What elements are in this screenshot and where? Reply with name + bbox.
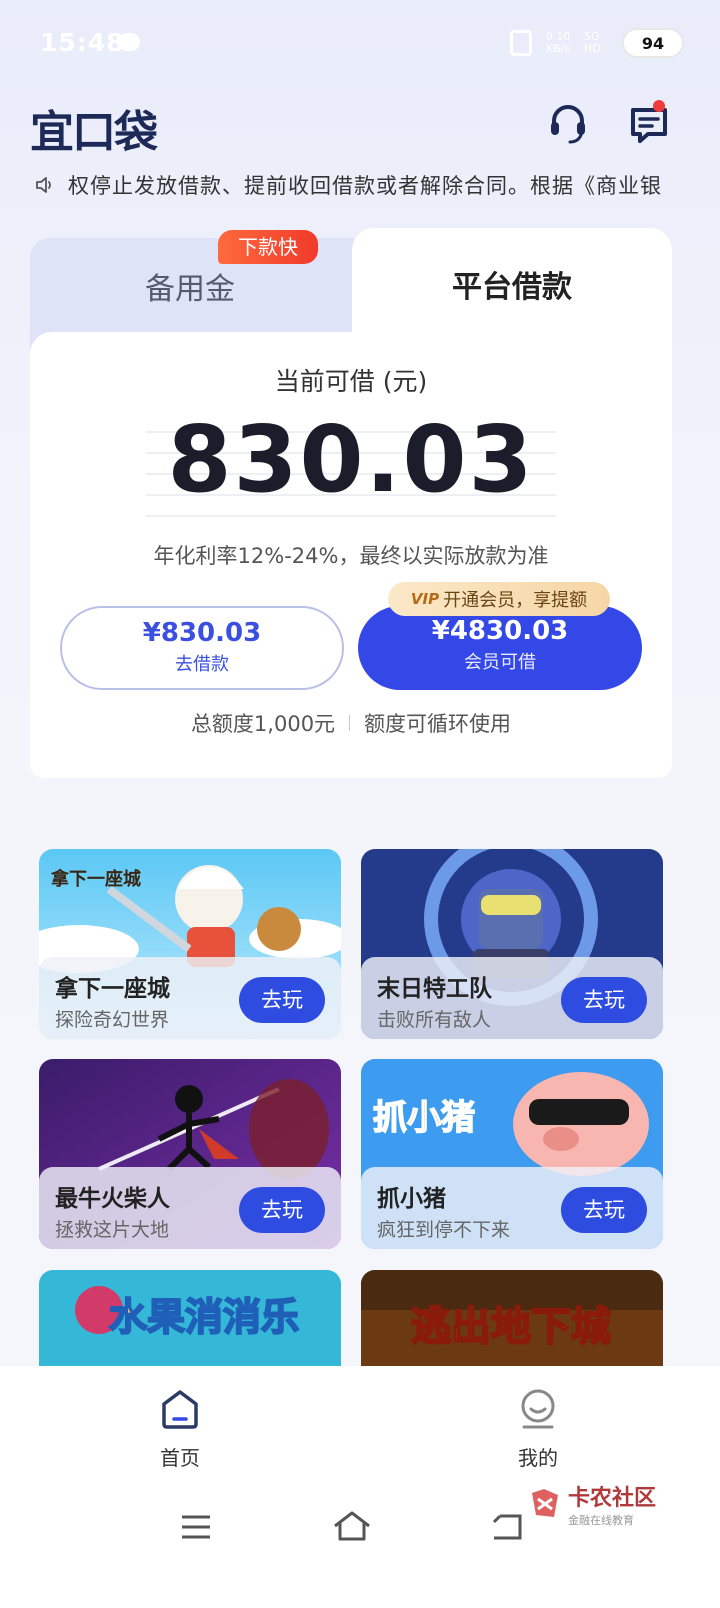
watermark: 卡农社区 金融在线教育	[528, 1480, 656, 1528]
game-subtitle: 击败所有敌人	[377, 1009, 492, 1031]
game-art-text: 逃出地下城	[411, 1304, 611, 1350]
menu-icon[interactable]	[180, 1514, 212, 1540]
back-icon[interactable]	[490, 1512, 524, 1542]
profile-icon	[521, 1389, 555, 1429]
nav-home-label: 首页	[160, 1446, 200, 1470]
game-info: 拿下一座城 探险奇幻世界 去玩	[39, 957, 341, 1039]
net-speed: 0.10 KB/s	[545, 30, 571, 55]
loan-card-body: 当前可借 (元) 830.03 年化利率12%-24%，最终以实际放款为准 ¥8…	[30, 332, 672, 778]
fast-badge: 下款快	[218, 230, 318, 264]
game-info: 抓小猪 疯狂到停不下来 去玩	[361, 1167, 663, 1249]
vip-badge[interactable]: VIP 开通会员，享提额	[388, 582, 610, 616]
bottom-nav: 首页 我的	[0, 1366, 720, 1484]
available-amount: 830.03	[167, 406, 535, 513]
watermark-logo-icon	[532, 1489, 558, 1517]
tab-platform-label[interactable]: 平台借款	[352, 262, 672, 306]
game-title: 抓小猪	[377, 1186, 446, 1212]
watermark-title: 卡农社区	[568, 1486, 657, 1511]
game-card[interactable]: 逃出地下城	[361, 1270, 663, 1366]
chat-notification-icon	[118, 33, 140, 51]
play-button[interactable]: 去玩	[239, 977, 325, 1023]
game-card[interactable]: 最牛火柴人 拯救这片大地 去玩	[39, 1059, 341, 1249]
app-logo: 宜口袋	[30, 107, 158, 158]
game-card[interactable]: 拿下一座城 拿下一座城 探险奇幻世界 去玩	[39, 849, 341, 1039]
game-art-text: 拿下一座城	[50, 868, 141, 890]
nav-home[interactable]: 首页	[140, 1388, 220, 1471]
status-time: 15:48	[40, 28, 125, 57]
loan-card: 备用金 下款快 当前可借 (元) 830.03 年化利率12%-24%，最终以实…	[30, 228, 672, 778]
game-info: 末日特工队 击败所有敌人 去玩	[361, 957, 663, 1039]
game-art-dungeon: 逃出地下城	[361, 1270, 663, 1366]
signal-label: 5G HD	[584, 30, 601, 55]
game-subtitle: 疯狂到停不下来	[377, 1219, 511, 1241]
game-card[interactable]: 抓小猪 抓小猪 疯狂到停不下来 去玩	[361, 1059, 663, 1249]
game-info: 最牛火柴人 拯救这片大地 去玩	[39, 1167, 341, 1249]
game-card[interactable]: 末日特工队 击败所有敌人 去玩	[361, 849, 663, 1039]
speaker-icon	[36, 177, 51, 193]
notice-bar[interactable]: 权停止发放借款、提前收回借款或者解除合同。根据《商业银	[34, 168, 694, 202]
rate-text: 年化利率12%-24%，最终以实际放款为准	[153, 544, 549, 568]
status-icons: 0.10 KB/s 5G HD 94	[510, 28, 684, 58]
game-subtitle: 拯救这片大地	[55, 1219, 170, 1241]
nav-me-label: 我的	[518, 1446, 558, 1470]
watermark-subtitle: 金融在线教育	[568, 1514, 634, 1527]
notice-text: 权停止发放借款、提前收回借款或者解除合同。根据《商业银	[68, 174, 662, 198]
play-button[interactable]: 去玩	[561, 977, 647, 1023]
borrow-button[interactable]: ¥830.03 去借款	[60, 606, 344, 690]
game-title: 末日特工队	[377, 976, 492, 1002]
member-label: 会员可借	[464, 652, 536, 673]
total-limit: 总额度1,000元	[190, 712, 336, 736]
cycle-text: 额度可循环使用	[364, 712, 512, 736]
game-art-text: 水果消消乐	[109, 1295, 299, 1339]
home-icon	[162, 1390, 198, 1429]
limit-row: 总额度1,000元 额度可循环使用	[30, 708, 672, 738]
game-title: 拿下一座城	[55, 976, 170, 1002]
play-button[interactable]: 去玩	[561, 1187, 647, 1233]
game-title: 最牛火柴人	[55, 1186, 170, 1212]
game-card[interactable]: 水果消消乐	[39, 1270, 341, 1366]
nav-me[interactable]: 我的	[498, 1388, 578, 1471]
borrow-amount: ¥830.03	[142, 618, 262, 648]
status-bar: 15:48 0.10 KB/s 5G HD 94	[0, 0, 720, 88]
vibrate-icon	[510, 30, 532, 56]
tab-backup-label[interactable]: 备用金	[30, 264, 350, 308]
game-art-text: 抓小猪	[373, 1098, 475, 1138]
divider	[349, 715, 351, 731]
battery-icon: 94	[622, 28, 684, 58]
home-nav-icon[interactable]	[332, 1510, 372, 1542]
game-art-fruit: 水果消消乐	[39, 1270, 341, 1366]
vip-text: 开通会员，享提额	[443, 590, 588, 611]
borrow-label: 去借款	[175, 654, 229, 675]
vip-icon: VIP	[410, 590, 440, 608]
member-amount: ¥4830.03	[431, 616, 569, 646]
play-button[interactable]: 去玩	[239, 1187, 325, 1233]
unread-dot	[653, 100, 665, 112]
member-borrow-button[interactable]: ¥4830.03 会员可借	[358, 606, 642, 690]
available-label: 当前可借 (元)	[274, 367, 428, 396]
game-subtitle: 探险奇幻世界	[55, 1009, 170, 1031]
customer-service-icon[interactable]	[548, 102, 588, 146]
